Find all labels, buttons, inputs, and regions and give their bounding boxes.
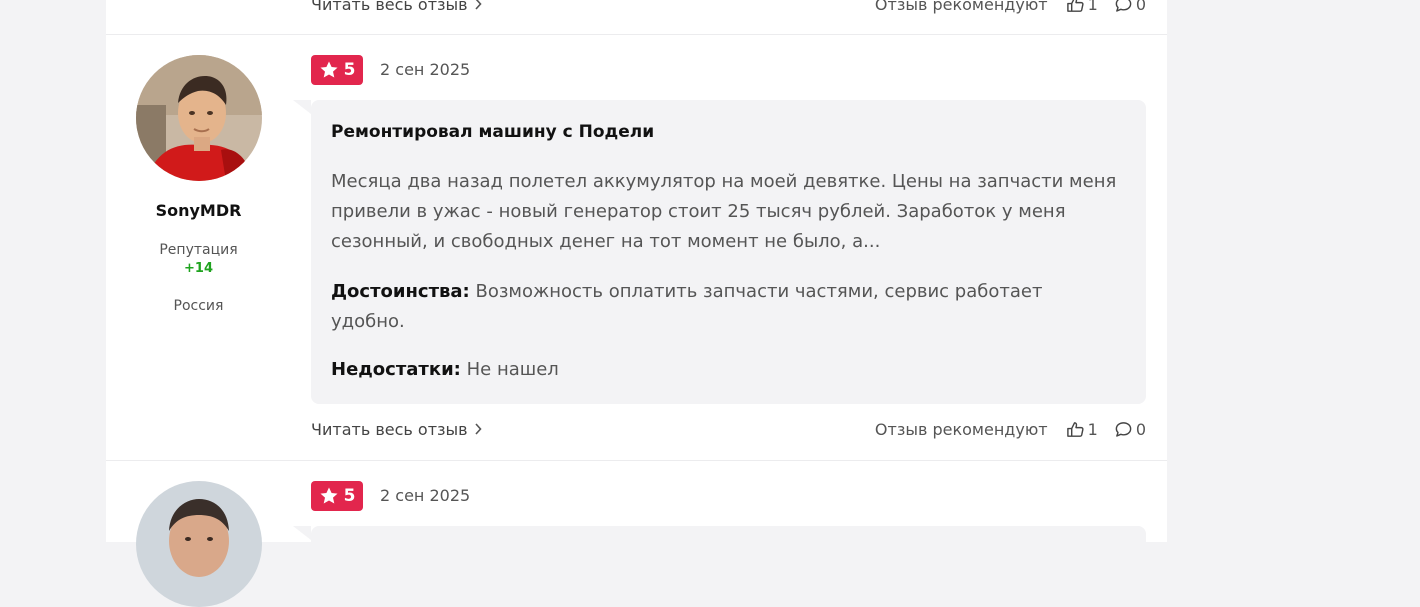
- review-title[interactable]: Ремонтировал машину с Подели: [331, 122, 654, 142]
- comments-button[interactable]: 0: [1114, 0, 1146, 14]
- reputation-value: +14: [184, 261, 213, 276]
- comment-icon: [1115, 421, 1132, 437]
- like-count: 1: [1087, 419, 1098, 439]
- user-country: Россия: [173, 298, 224, 314]
- like-count: 1: [1087, 0, 1098, 14]
- read-full-review-link[interactable]: Читать весь отзыв: [311, 420, 482, 439]
- user-photo: [136, 55, 262, 181]
- rating-value: 5: [343, 486, 356, 506]
- star-icon: [320, 61, 338, 78]
- thumbs-up-icon: [1066, 421, 1084, 437]
- recommend-label: Отзыв рекомендуют: [874, 0, 1048, 14]
- avatar[interactable]: [136, 481, 262, 607]
- like-button[interactable]: 1: [1066, 420, 1098, 439]
- star-icon: [320, 487, 338, 504]
- rating-value: 5: [343, 60, 356, 80]
- recommend-label: Отзыв рекомендуют: [874, 419, 1048, 439]
- username[interactable]: SonyMDR: [106, 201, 291, 220]
- chevron-right-icon: [474, 423, 482, 435]
- bubble-tail: [293, 526, 311, 540]
- comment-count: 0: [1135, 419, 1146, 439]
- review-date: 2 сен 2025: [380, 60, 471, 79]
- comment-count: 0: [1135, 0, 1146, 14]
- read-full-review-label: Читать весь отзыв: [311, 419, 468, 439]
- review-card: SonyMDR Репутация +14 Россия 5 2 сен 202…: [106, 35, 1167, 460]
- review-text: Месяца два назад полетел аккумулятор на …: [331, 171, 1117, 252]
- cons-text: Не нашел: [466, 359, 559, 380]
- rating-badge: 5: [311, 55, 363, 85]
- comment-icon: [1115, 0, 1132, 12]
- review-bubble: [293, 526, 1146, 566]
- rating-badge: 5: [311, 481, 363, 511]
- review-actions: Отзыв рекомендуют 1 0: [875, 420, 1146, 439]
- review-bubble: Ремонтировал машину с Подели Месяца два …: [293, 100, 1146, 404]
- bubble-tail: [293, 100, 311, 114]
- pros-label: Достоинства:: [331, 281, 470, 302]
- reputation-label: Репутация: [159, 242, 238, 258]
- reviews-feed: Читать весь отзыв Отзыв рекомендуют 1 0: [106, 0, 1167, 607]
- chevron-right-icon: [474, 0, 482, 10]
- read-full-review-link[interactable]: Читать весь отзыв: [311, 0, 482, 14]
- review-card: 5 2 сен 2025: [106, 461, 1167, 607]
- comments-button[interactable]: 0: [1114, 420, 1146, 439]
- read-full-review-label: Читать весь отзыв: [311, 0, 468, 14]
- avatar[interactable]: [136, 55, 262, 181]
- review-actions: Отзыв рекомендуют 1 0: [875, 0, 1146, 14]
- like-button[interactable]: 1: [1066, 0, 1098, 14]
- user-photo: [136, 481, 262, 607]
- previous-review-footer: Читать весь отзыв Отзыв рекомендуют 1 0: [311, 0, 1146, 16]
- thumbs-up-icon: [1066, 0, 1084, 12]
- review-pros: Достоинства: Возможность оплатить запчас…: [331, 277, 1121, 337]
- review-cons: Недостатки: Не нашел: [331, 355, 1121, 385]
- review-date: 2 сен 2025: [380, 486, 471, 505]
- cons-label: Недостатки:: [331, 359, 461, 380]
- review-footer: Читать весь отзыв Отзыв рекомендуют 1 0: [311, 417, 1146, 441]
